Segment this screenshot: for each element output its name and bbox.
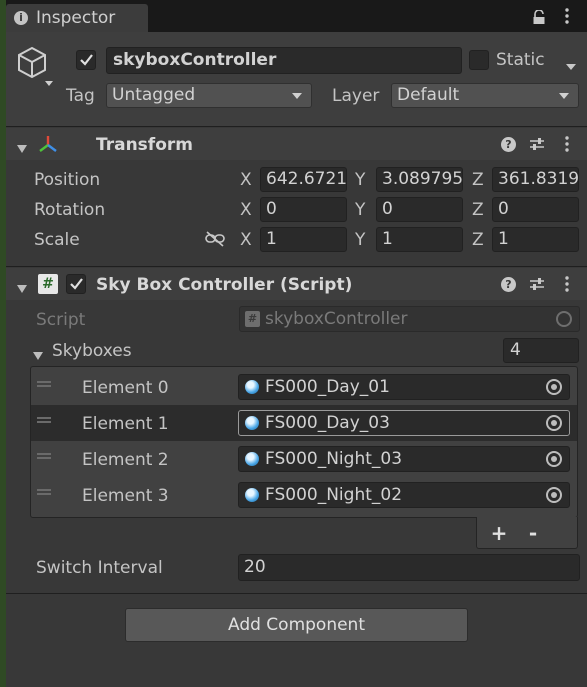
rotation-y-axis-label[interactable]: Y	[355, 200, 365, 220]
lock-icon[interactable]	[532, 9, 546, 24]
divider	[6, 593, 587, 594]
add-element-button[interactable]: +	[487, 522, 511, 544]
element-2-object-field[interactable]: FS000_Night_03	[238, 446, 570, 472]
script-file-icon: #	[245, 311, 260, 327]
switch-interval-field[interactable]: 20	[238, 554, 580, 581]
divider	[6, 266, 587, 267]
script-object-value: skyboxController	[265, 309, 408, 329]
object-picker-icon[interactable]	[546, 379, 562, 395]
element-1-drag-handle-icon[interactable]	[37, 417, 51, 423]
element-2-value: FS000_Night_03	[265, 449, 403, 469]
inspector-icon: i	[14, 11, 28, 25]
layer-value: Default	[397, 85, 460, 105]
scale-y-field[interactable]: 1	[376, 227, 463, 252]
script-field-label: Script	[36, 310, 86, 330]
static-checkbox[interactable]	[469, 50, 489, 70]
scale-x-axis-label[interactable]: X	[240, 230, 252, 250]
rotation-x-field[interactable]: 0	[260, 197, 347, 222]
position-label: Position	[34, 170, 101, 190]
tag-dropdown-arrow-icon	[292, 93, 302, 99]
transform-foldout-arrow-icon[interactable]	[16, 139, 28, 153]
element-2-label: Element 2	[82, 450, 169, 470]
layer-dropdown[interactable]: Default	[391, 83, 579, 108]
rotation-z-field[interactable]: 0	[492, 197, 579, 222]
transform-preset-icon[interactable]	[529, 136, 545, 152]
element-0-label: Element 0	[82, 378, 169, 398]
element-0-drag-handle-icon[interactable]	[37, 381, 51, 387]
rotation-x-axis-label[interactable]: X	[240, 200, 252, 220]
tab-menu-icon[interactable]	[565, 8, 569, 24]
element-3-object-field[interactable]: FS000_Night_02	[238, 482, 570, 508]
position-y-axis-label[interactable]: Y	[355, 170, 365, 190]
object-picker-icon[interactable]	[546, 415, 562, 431]
layer-label: Layer	[332, 86, 380, 106]
inspector-tab-label: Inspector	[36, 8, 116, 28]
transform-axes-icon	[38, 134, 58, 154]
cs-script-icon: #	[38, 274, 58, 294]
remove-element-button[interactable]: -	[521, 522, 545, 544]
inspector-tab[interactable]: i Inspector	[6, 4, 148, 32]
object-picker-icon[interactable]	[546, 451, 562, 467]
skyboxes-foldout-arrow-icon[interactable]	[32, 346, 44, 360]
skyboxes-size-field[interactable]: 4	[503, 338, 579, 363]
tag-dropdown[interactable]: Untagged	[106, 83, 312, 108]
scale-label: Scale	[34, 230, 80, 250]
material-sphere-icon	[245, 380, 259, 394]
tag-label: Tag	[66, 86, 95, 106]
add-component-button[interactable]: Add Component	[125, 608, 468, 642]
script-help-icon[interactable]: ?	[501, 277, 516, 292]
position-z-axis-label[interactable]: Z	[472, 170, 484, 190]
position-x-field[interactable]: 642.6721	[260, 167, 347, 192]
transform-title: Transform	[96, 135, 193, 155]
rotation-label: Rotation	[34, 200, 106, 220]
element-3-label: Element 3	[82, 486, 169, 506]
material-sphere-icon	[245, 452, 259, 466]
script-picker-icon	[556, 311, 572, 327]
scale-z-field[interactable]: 1	[492, 227, 579, 252]
switch-interval-label: Switch Interval	[36, 558, 163, 578]
rotation-y-field[interactable]: 0	[376, 197, 463, 222]
script-foldout-arrow-icon[interactable]	[16, 279, 28, 293]
skyboxes-label[interactable]: Skyboxes	[52, 341, 132, 361]
scale-z-axis-label[interactable]: Z	[472, 230, 484, 250]
element-1-label: Element 1	[82, 414, 169, 434]
static-dropdown-arrow-icon[interactable]	[565, 56, 577, 70]
transform-menu-icon[interactable]	[565, 136, 569, 152]
element-3-value: FS000_Night_02	[265, 485, 403, 505]
script-preset-icon[interactable]	[529, 276, 545, 292]
script-object-field: # skyboxController	[239, 306, 580, 332]
element-3-drag-handle-icon[interactable]	[37, 489, 51, 495]
scale-x-field[interactable]: 1	[260, 227, 347, 252]
transform-help-icon[interactable]: ?	[501, 137, 516, 152]
gameobject-name-field[interactable]: skyboxController	[106, 47, 462, 74]
element-0-object-field[interactable]: FS000_Day_01	[238, 374, 570, 400]
position-x-axis-label[interactable]: X	[240, 170, 252, 190]
script-menu-icon[interactable]	[565, 276, 569, 292]
material-sphere-icon	[245, 488, 259, 502]
position-y-field[interactable]: 3.089795	[376, 167, 463, 192]
element-0-value: FS000_Day_01	[265, 377, 390, 397]
gameobject-cube-icon[interactable]	[16, 45, 54, 89]
script-enabled-checkbox[interactable]	[66, 274, 86, 294]
material-sphere-icon	[245, 416, 259, 430]
element-1-object-field[interactable]: FS000_Day_03	[238, 410, 570, 436]
transform-header[interactable]	[6, 128, 587, 160]
script-component-title: Sky Box Controller (Script)	[96, 275, 353, 295]
layer-dropdown-arrow-icon	[559, 93, 569, 99]
tag-value: Untagged	[112, 85, 196, 105]
rotation-z-axis-label[interactable]: Z	[472, 200, 484, 220]
gameobject-active-checkbox[interactable]	[76, 50, 96, 70]
divider	[6, 126, 587, 127]
element-2-drag-handle-icon[interactable]	[37, 453, 51, 459]
constrain-proportions-link-icon[interactable]	[205, 231, 225, 247]
static-label: Static	[496, 50, 545, 70]
position-z-field[interactable]: 361.8319	[492, 167, 579, 192]
object-picker-icon[interactable]	[546, 487, 562, 503]
element-1-value: FS000_Day_03	[265, 413, 390, 433]
scale-y-axis-label[interactable]: Y	[355, 230, 365, 250]
